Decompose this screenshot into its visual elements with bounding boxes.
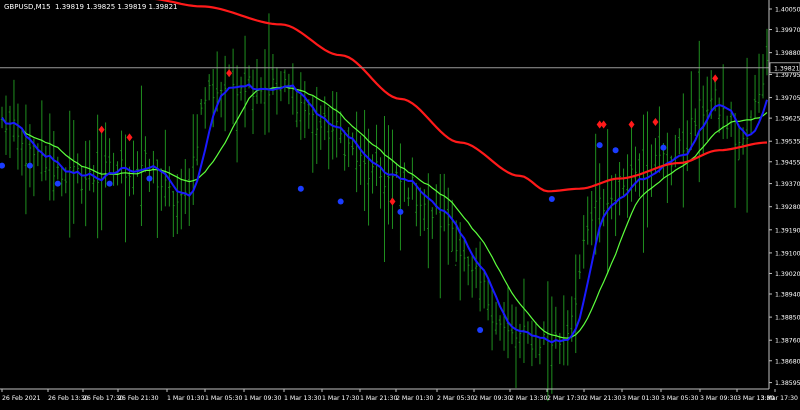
chart-header: GBPUSD,M15 1.39819 1.39825 1.39819 1.398… bbox=[4, 3, 178, 11]
price-tick-label: 1.39970 bbox=[775, 27, 800, 34]
price-tick-label: 1.39370 bbox=[775, 181, 800, 188]
time-tick-label: 3 Mar 17:30 bbox=[761, 395, 798, 402]
price-tick-label: 1.39455 bbox=[775, 159, 800, 166]
sell-marker bbox=[652, 117, 659, 126]
price-tick-label: 1.38680 bbox=[775, 358, 800, 365]
price-tick-label: 1.39280 bbox=[775, 204, 800, 211]
buy-marker bbox=[477, 326, 484, 333]
time-tick-label: 26 Feb 2021 bbox=[2, 395, 41, 402]
buy-marker bbox=[596, 142, 603, 149]
time-tick-label: 2 Mar 17:30 bbox=[547, 395, 584, 402]
sell-marker bbox=[600, 120, 607, 129]
time-tick-label: 3 Mar 01:30 bbox=[622, 395, 659, 402]
time-tick-label: 2 Mar 21:30 bbox=[584, 395, 621, 402]
price-tick-label: 1.38850 bbox=[775, 315, 800, 322]
sell-marker bbox=[712, 74, 719, 83]
price-chart[interactable]: 1.40050 1.39970 1.39880 1.39795 1.39705 1.396… bbox=[0, 0, 800, 406]
time-tick-label: 1 Mar 21:30 bbox=[360, 395, 397, 402]
sell-marker bbox=[126, 133, 133, 142]
price-tick-label: 1.40050 bbox=[775, 6, 800, 13]
time-tick-label: 1 Mar 05:30 bbox=[205, 395, 242, 402]
ma-slow-line bbox=[154, 0, 768, 193]
buy-marker bbox=[146, 175, 153, 182]
price-tick-label: 1.39100 bbox=[775, 250, 800, 257]
buy-marker bbox=[26, 162, 33, 169]
buy-marker bbox=[54, 180, 61, 187]
sell-marker bbox=[98, 125, 105, 134]
price-tick-label: 1.39020 bbox=[775, 271, 800, 278]
sell-marker bbox=[628, 120, 635, 129]
symbol-label: GBPUSD,M15 bbox=[4, 3, 51, 11]
time-tick-label: 1 Mar 01:30 bbox=[167, 395, 204, 402]
buy-marker bbox=[612, 147, 619, 154]
price-tick-label: 1.39535 bbox=[775, 139, 800, 146]
price-tick-label: 1.39625 bbox=[775, 116, 800, 123]
sell-marker bbox=[226, 69, 233, 78]
time-tick-label: 2 Mar 13:30 bbox=[510, 395, 547, 402]
buy-marker bbox=[548, 195, 555, 202]
ohlc-label: 1.39819 1.39825 1.39819 1.39821 bbox=[55, 3, 178, 11]
price-tick-label: 1.39190 bbox=[775, 227, 800, 234]
price-tick-label: 1.39705 bbox=[775, 95, 800, 102]
time-tick-label: 3 Mar 05:30 bbox=[661, 395, 698, 402]
buy-marker bbox=[397, 208, 404, 215]
price-tick-label: 1.38940 bbox=[775, 291, 800, 298]
sell-marker bbox=[389, 197, 396, 206]
time-tick-label: 1 Mar 09:30 bbox=[244, 395, 281, 402]
time-tick-label: 1 Mar 13:30 bbox=[284, 395, 321, 402]
price-tick-label: 1.38595 bbox=[775, 380, 800, 387]
current-price-label: 1.39821 bbox=[774, 65, 800, 72]
buy-marker bbox=[106, 180, 113, 187]
buy-marker bbox=[660, 144, 667, 151]
buy-marker bbox=[0, 162, 5, 169]
buy-marker bbox=[297, 185, 304, 192]
chart-canvas[interactable]: 1.400501.399701.398801.397951.397051.396… bbox=[0, 0, 800, 406]
price-tick-label: 1.38760 bbox=[775, 338, 800, 345]
time-tick-label: 3 Mar 09:30 bbox=[700, 395, 737, 402]
time-tick-label: 2 Mar 09:30 bbox=[474, 395, 511, 402]
time-tick-label: 1 Mar 17:30 bbox=[322, 395, 359, 402]
buy-marker bbox=[337, 198, 344, 205]
price-tick-label: 1.39880 bbox=[775, 50, 800, 57]
time-tick-label: 2 Mar 01:30 bbox=[396, 395, 433, 402]
time-tick-label: 26 Feb 21:30 bbox=[118, 395, 159, 402]
time-tick-label: 2 Mar 05:30 bbox=[437, 395, 474, 402]
